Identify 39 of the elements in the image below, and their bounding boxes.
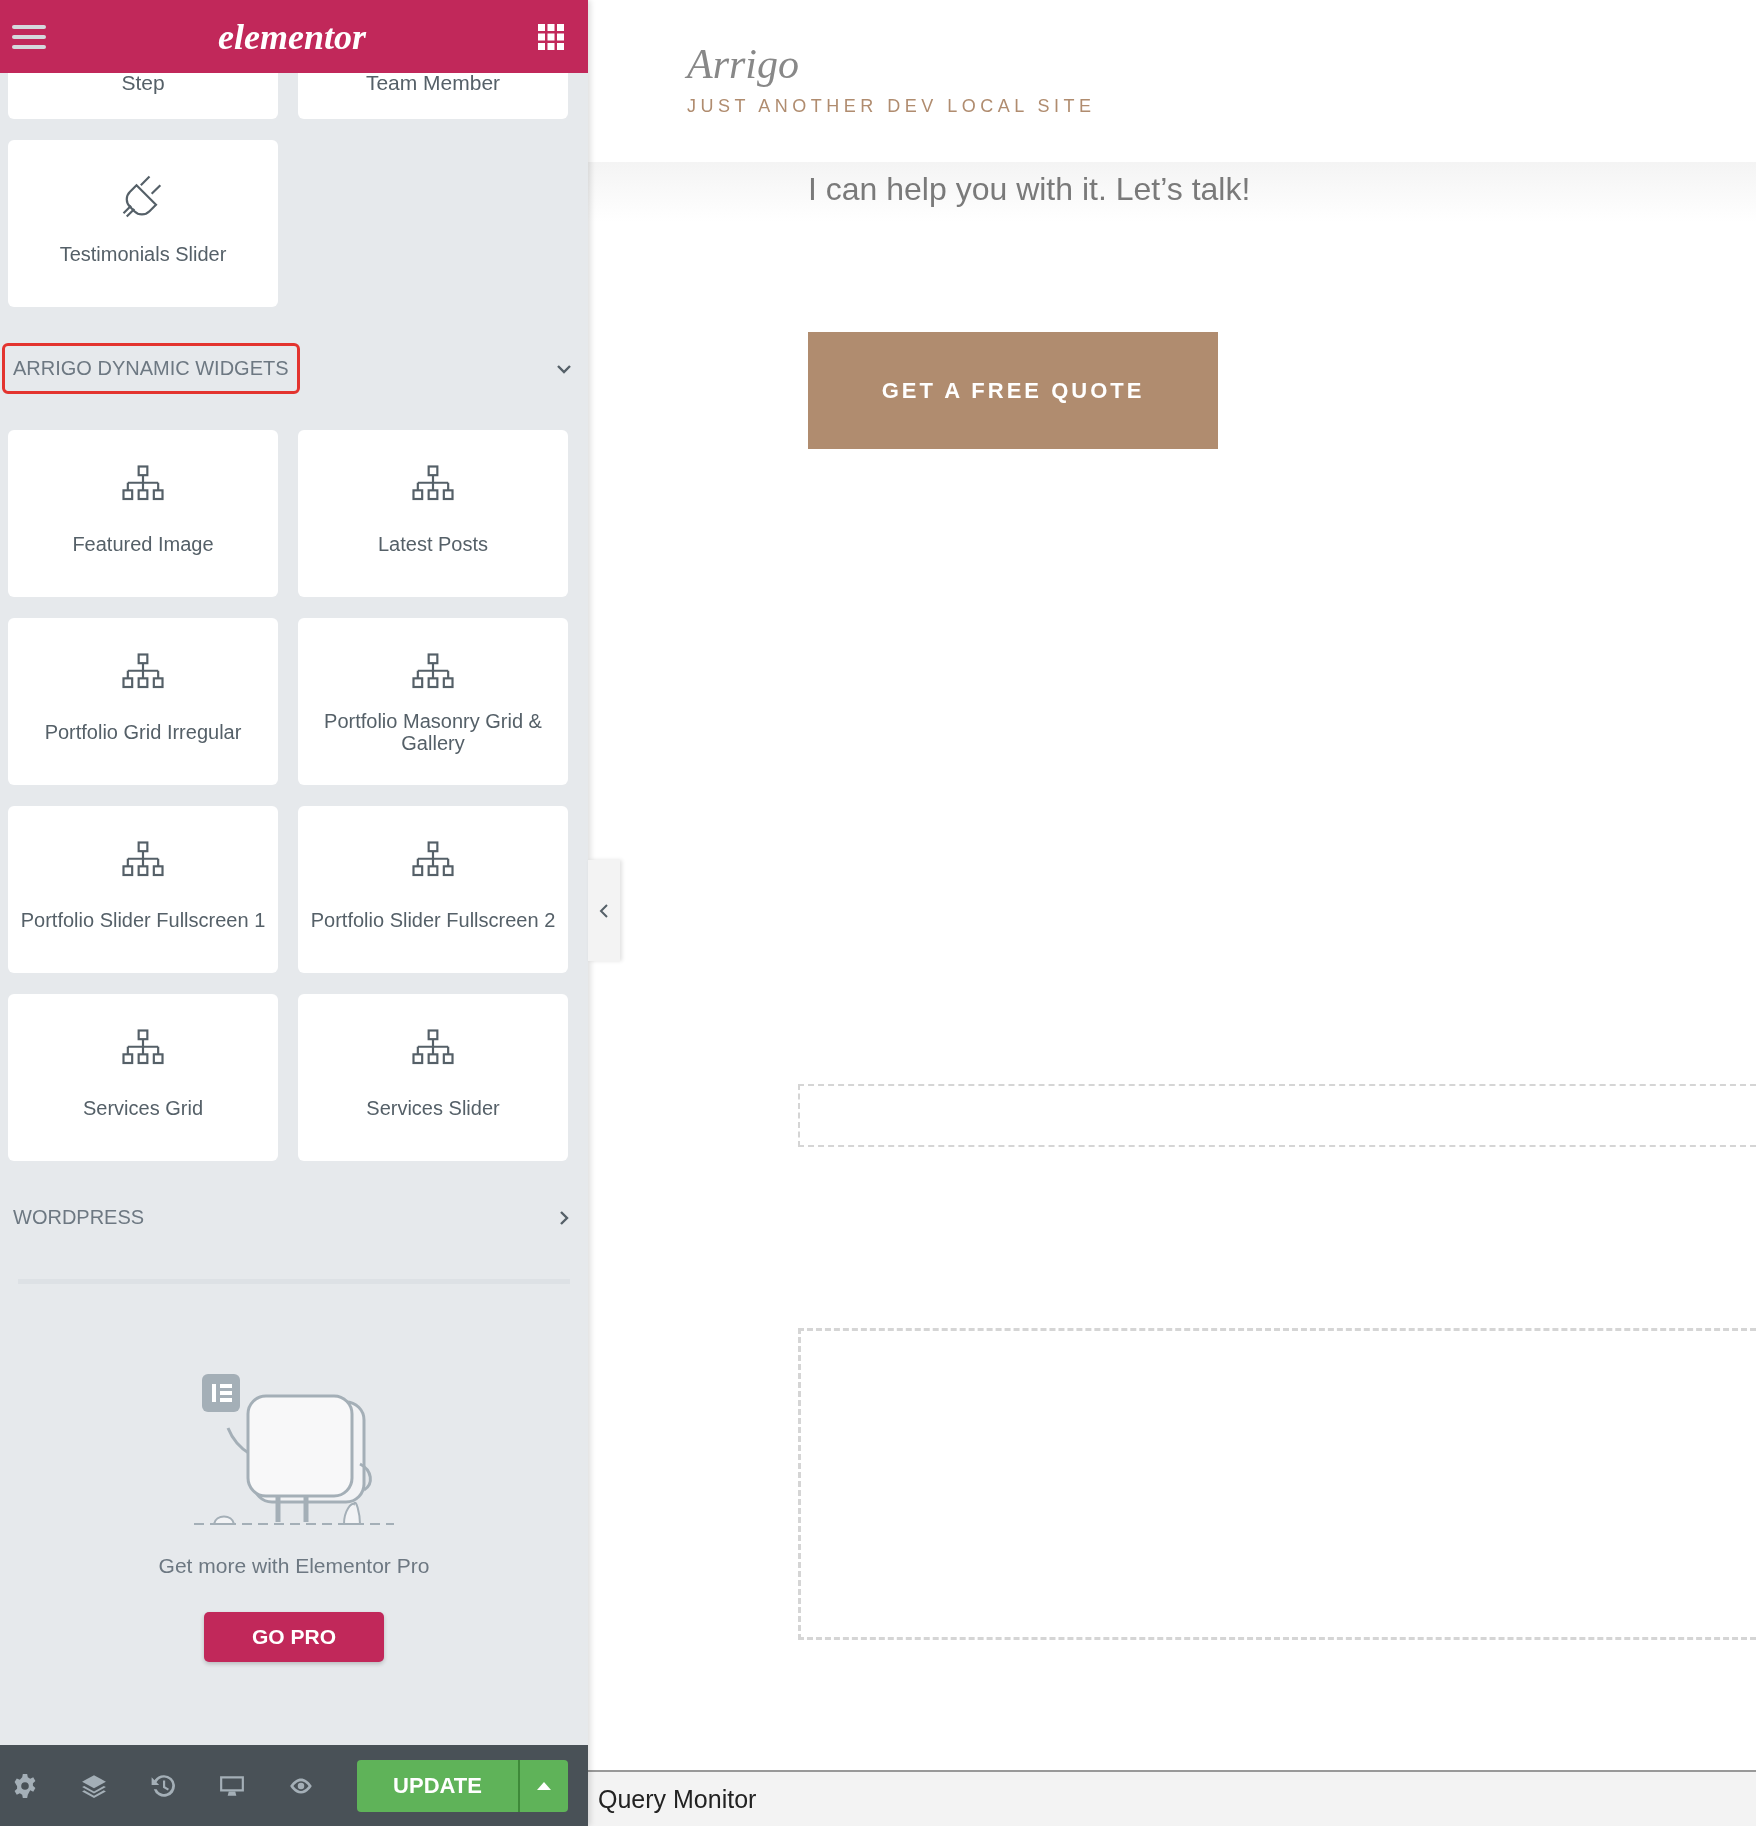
widget-card[interactable]: Latest Posts: [298, 430, 568, 597]
chevron-left-icon: [599, 903, 609, 918]
widget-label: Portfolio Masonry Grid & Gallery: [323, 709, 543, 756]
menu-icon[interactable]: [12, 24, 46, 49]
widget-card[interactable]: Featured Image: [8, 430, 278, 597]
widget-label: Portfolio Grid Irregular: [43, 720, 243, 745]
widget-label: Step: [121, 73, 165, 95]
widget-label: Team Member: [365, 73, 501, 95]
widget-card[interactable]: Portfolio Slider Fullscreen 1: [8, 806, 278, 973]
widget-label: Services Grid: [82, 1096, 204, 1121]
caret-up-icon: [537, 1781, 551, 1790]
go-pro-button[interactable]: GO PRO: [204, 1612, 384, 1662]
widget-label: Services Slider: [365, 1096, 501, 1121]
widget-label: Portfolio Slider Fullscreen 1: [19, 908, 267, 933]
section-title: WORDPRESS: [12, 1205, 146, 1230]
widget-card[interactable]: Portfolio Masonry Grid & Gallery: [298, 618, 568, 785]
apps-grid-icon[interactable]: [538, 23, 564, 50]
widget-card[interactable]: Portfolio Slider Fullscreen 2: [298, 806, 568, 973]
widget-label: Portfolio Slider Fullscreen 2: [309, 908, 557, 933]
widget-card[interactable]: Step: [8, 73, 278, 119]
widget-card[interactable]: Services Grid: [8, 994, 278, 1161]
history-icon[interactable]: [150, 1772, 176, 1799]
widget-label: Latest Posts: [376, 532, 490, 557]
widget-card[interactable]: Portfolio Grid Irregular: [8, 618, 278, 785]
widget-card[interactable]: Testimonials Slider: [8, 140, 278, 307]
widget-label: Featured Image: [71, 532, 215, 557]
query-monitor-bar[interactable]: Query Monitor: [588, 1770, 1756, 1826]
settings-icon[interactable]: [12, 1772, 38, 1799]
widget-card[interactable]: Team Member: [298, 73, 568, 119]
publish-options-button[interactable]: [518, 1759, 568, 1812]
logo: elementor: [218, 15, 366, 58]
section-title: ARRIGO DYNAMIC WIDGETS: [2, 343, 300, 394]
widget-card[interactable]: Services Slider: [298, 994, 568, 1161]
intro-text: I can help you with it. Let’s talk!: [808, 170, 1252, 209]
site-tagline: JUST ANOTHER DEV LOCAL SITE: [687, 96, 1097, 117]
layers-icon[interactable]: [81, 1772, 107, 1799]
widget-label: Testimonials Slider: [58, 242, 228, 267]
promo-text: Get more with Elementor Pro: [158, 1554, 430, 1578]
section-header[interactable]: WORDPRESS: [8, 1161, 580, 1274]
